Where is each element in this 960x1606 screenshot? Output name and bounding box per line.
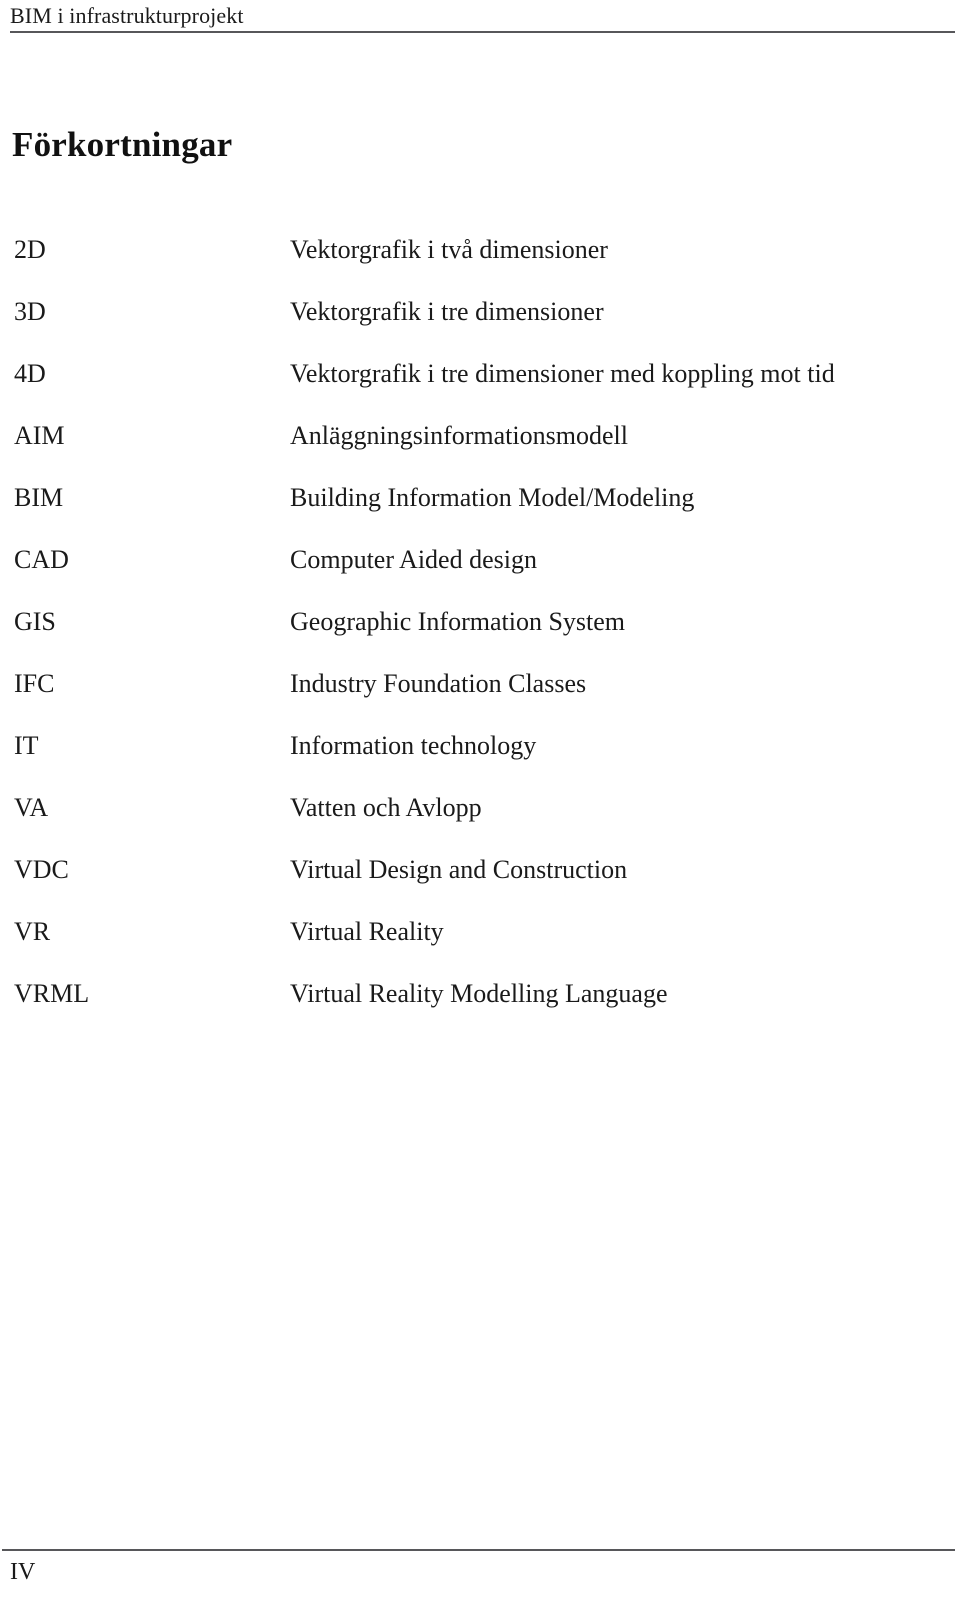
abbreviation-term: VDC [14, 855, 69, 884]
abbreviation-term: VR [14, 917, 51, 946]
abbreviation-definition: Vektorgrafik i två dimensioner [290, 235, 608, 264]
abbreviation-term: CAD [14, 545, 69, 574]
abbreviation-row: 4D Vektorgrafik i tre dimensioner med kop… [0, 357, 960, 419]
abbreviation-row: 3D Vektorgrafik i tre dimensioner [0, 295, 960, 357]
abbreviation-term: GIS [14, 607, 56, 636]
abbreviation-term: 2D [14, 235, 46, 264]
page-number: IV [10, 1559, 36, 1585]
abbreviation-definition: Virtual Design and Construction [290, 855, 628, 884]
abbreviation-definition: Virtual Reality Modelling Language [290, 979, 668, 1008]
abbreviation-row: AIM Anläggningsinformationsmodell [0, 419, 960, 481]
abbreviation-term: VRML [14, 979, 90, 1008]
header-divider [10, 31, 955, 33]
running-header: BIM i infrastrukturprojekt [10, 2, 955, 30]
abbreviation-definition: Vektorgrafik i tre dimensioner [290, 297, 604, 326]
abbreviation-row: GIS Geographic Information System [0, 605, 960, 667]
abbreviation-row: IFC Industry Foundation Classes [0, 667, 960, 729]
abbreviation-definition: Industry Foundation Classes [290, 669, 587, 698]
abbreviation-definition: Virtual Reality [290, 917, 444, 946]
page-title: Förkortningar [12, 125, 233, 165]
abbreviation-definition: Anläggningsinformationsmodell [290, 421, 628, 450]
abbreviation-term: AIM [14, 421, 65, 450]
abbreviation-row: VDC Virtual Design and Construction [0, 853, 960, 915]
abbreviation-definition: Computer Aided design [290, 545, 537, 574]
abbreviation-definition: Building Information Model/Modeling [290, 483, 695, 512]
document-page: BIM i infrastrukturprojekt Förkortningar… [0, 0, 960, 1606]
abbreviation-term: VA [14, 793, 49, 822]
abbreviation-term: 3D [14, 297, 46, 326]
abbreviation-row: 2D Vektorgrafik i två dimensioner [0, 233, 960, 295]
abbreviation-row: VRML Virtual Reality Modelling Language [0, 977, 960, 1039]
abbreviation-term: IT [14, 731, 39, 760]
running-header-title: BIM i infrastrukturprojekt [10, 3, 244, 28]
abbreviation-row: VA Vatten och Avlopp [0, 791, 960, 853]
abbreviation-definition: Geographic Information System [290, 607, 626, 636]
abbreviation-term: IFC [14, 669, 55, 698]
abbreviation-row: CAD Computer Aided design [0, 543, 960, 605]
abbreviation-term: BIM [14, 483, 64, 512]
abbreviation-row: IT Information technology [0, 729, 960, 791]
abbreviation-row: VR Virtual Reality [0, 915, 960, 977]
abbreviation-row: BIM Building Information Model/Modeling [0, 481, 960, 543]
abbreviation-list: 2D Vektorgrafik i två dimensioner 3D Vektor… [0, 233, 960, 1039]
abbreviation-term: 4D [14, 359, 46, 388]
abbreviation-definition: Vektorgrafik i tre dimensioner med koppl… [290, 359, 835, 388]
footer-divider [2, 1549, 955, 1551]
abbreviation-definition: Vatten och Avlopp [290, 793, 482, 822]
abbreviation-definition: Information technology [290, 731, 537, 760]
